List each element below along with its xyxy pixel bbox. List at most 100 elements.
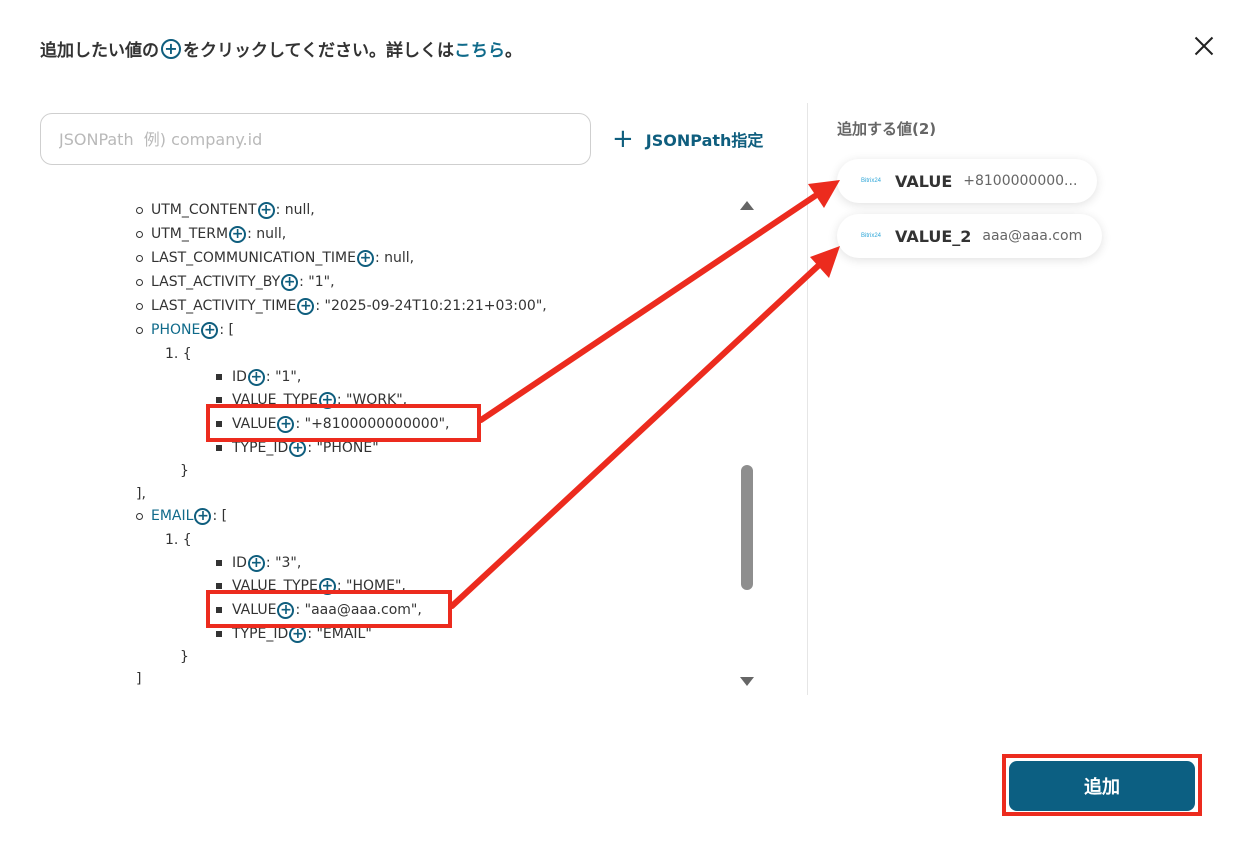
tree-bullet: [216, 560, 222, 566]
tree-bullet: [136, 302, 143, 310]
plus-circle-icon: +: [161, 38, 181, 59]
tree-bullet: [216, 583, 222, 589]
tree-row-phone-value-type: VALUE_TYPE + : "WORK",: [216, 389, 407, 411]
tree-key-phone[interactable]: PHONE: [151, 322, 200, 338]
tree-key: VALUE_TYPE: [232, 578, 318, 594]
panel-divider: [807, 103, 808, 695]
tree-row-close-bracket: ],: [136, 483, 146, 505]
added-value-name: VALUE_2: [895, 226, 972, 246]
tree-punct: ],: [136, 486, 146, 502]
tree-key: VALUE: [232, 416, 277, 432]
tree-key: UTM_TERM: [151, 226, 229, 242]
scroll-down-icon[interactable]: [740, 677, 754, 686]
close-icon[interactable]: [1190, 32, 1218, 60]
tree-key: LAST_ACTIVITY_TIME: [151, 298, 297, 314]
tree-row-email: EMAIL + : [: [136, 505, 227, 527]
tree-value: : "1",: [299, 274, 335, 290]
header-text-after: 。: [504, 41, 522, 61]
scroll-thumb[interactable]: [741, 465, 753, 590]
tree-punct: }: [180, 649, 189, 665]
tree-punct: ]: [136, 671, 142, 687]
added-value-chip[interactable]: Bitrix24 VALUE +8100000000...: [837, 159, 1098, 203]
tree-row-email-id: ID + : "3",: [216, 552, 301, 574]
bitrix24-logo-icon: Bitrix24: [861, 233, 882, 239]
tree-value: : [: [212, 508, 228, 524]
tree-row-last-activity-by: LAST_ACTIVITY_BY + : "1",: [136, 271, 335, 293]
scroll-track[interactable]: [741, 217, 753, 672]
plus-circle-icon[interactable]: +: [257, 201, 275, 219]
tree-row-email-item: 1. {: [165, 529, 192, 551]
header-text-before: 追加したい値の: [40, 41, 159, 61]
tree-bullet: [216, 631, 222, 637]
added-value-value: +8100000000...: [963, 173, 1078, 189]
tree-bullet: [216, 374, 222, 380]
tree-value: : "aaa@aaa.com",: [295, 602, 422, 618]
tree-row-phone-type-id: TYPE_ID + : "PHONE": [216, 437, 379, 459]
tree-row-close-bracket: ]: [136, 668, 141, 690]
tree-value: : null,: [275, 202, 315, 218]
plus-circle-icon[interactable]: +: [356, 249, 374, 267]
help-link[interactable]: こちら: [454, 36, 505, 61]
tree-bullet: [216, 421, 222, 427]
plus-circle-icon[interactable]: +: [247, 368, 265, 386]
plus-icon: +: [612, 124, 634, 154]
tree-value: : [: [219, 322, 234, 338]
tree-key: LAST_ACTIVITY_BY: [151, 274, 281, 290]
plus-circle-icon[interactable]: +: [318, 577, 336, 595]
tree-value: : null,: [374, 250, 415, 266]
plus-circle-icon[interactable]: +: [289, 625, 307, 643]
plus-circle-icon[interactable]: +: [289, 439, 307, 457]
tree-bullet: [136, 326, 143, 334]
tree-row-email-value: VALUE + : "aaa@aaa.com",: [216, 599, 422, 621]
tree-key: VALUE_TYPE: [232, 392, 318, 408]
plus-circle-icon[interactable]: +: [277, 601, 295, 619]
tree-value: : "WORK",: [336, 392, 408, 408]
tree-key-email[interactable]: EMAIL: [151, 508, 193, 524]
tree-bullet: [136, 230, 143, 238]
tree-key: VALUE: [232, 602, 277, 618]
tree-bullet: [216, 607, 222, 613]
tree-row-close-brace: }: [180, 646, 189, 668]
tree-row-utm-content: UTM_CONTENT + : null,: [136, 199, 315, 221]
tree-row-phone: PHONE + : [: [136, 319, 234, 341]
tree-value: : "+8100000000000",: [295, 416, 450, 432]
tree-value: : "3",: [265, 555, 302, 571]
scroll-up-icon[interactable]: [740, 201, 754, 210]
tree-item-number: 1. {: [165, 532, 192, 548]
json-tree: UTM_CONTENT + : null, UTM_TERM + : null,…: [60, 185, 730, 693]
tree-punct: }: [180, 463, 189, 479]
add-button[interactable]: 追加: [1009, 761, 1195, 811]
tree-key: TYPE_ID: [232, 626, 289, 642]
tree-scrollbar[interactable]: [737, 195, 757, 695]
tree-row-phone-item: 1. {: [165, 343, 192, 365]
jsonpath-specify-label: JSONPath指定: [645, 131, 764, 150]
added-value-value: aaa@aaa.com: [982, 228, 1083, 244]
tree-item-number: 1. {: [165, 346, 192, 362]
tree-value: : "PHONE": [307, 440, 379, 456]
plus-circle-icon[interactable]: +: [247, 554, 265, 572]
tree-bullet: [136, 254, 143, 262]
plus-circle-icon[interactable]: +: [201, 321, 219, 339]
plus-circle-icon[interactable]: +: [194, 507, 212, 525]
tree-key: ID: [232, 369, 247, 385]
dialog-header: 追加したい値の + をクリックしてください。詳しくは こちら 。: [40, 36, 522, 61]
tree-key: ID: [232, 555, 247, 571]
plus-circle-icon[interactable]: +: [281, 273, 299, 291]
jsonpath-search-input[interactable]: [40, 113, 591, 165]
added-value-chip[interactable]: Bitrix24 VALUE_2 aaa@aaa.com: [837, 214, 1103, 258]
tree-row-email-value-type: VALUE_TYPE + : "HOME",: [216, 575, 406, 597]
plus-circle-icon[interactable]: +: [297, 297, 315, 315]
tree-bullet: [136, 206, 143, 214]
jsonpath-specify-button[interactable]: + JSONPath指定: [612, 126, 763, 152]
tree-key: UTM_CONTENT: [151, 202, 257, 218]
tree-value: : "2025-09-24T10:21:21+03:00",: [315, 298, 547, 314]
added-value-name: VALUE: [895, 171, 953, 191]
plus-circle-icon[interactable]: +: [318, 391, 336, 409]
tree-row-email-type-id: TYPE_ID + : "EMAIL": [216, 623, 372, 645]
bitrix24-logo-icon: Bitrix24: [861, 178, 882, 184]
plus-circle-icon[interactable]: +: [277, 415, 295, 433]
tree-bullet: [216, 397, 222, 403]
tree-row-phone-value: VALUE + : "+8100000000000",: [216, 413, 450, 435]
tree-value: : "EMAIL": [307, 626, 372, 642]
plus-circle-icon[interactable]: +: [229, 225, 247, 243]
